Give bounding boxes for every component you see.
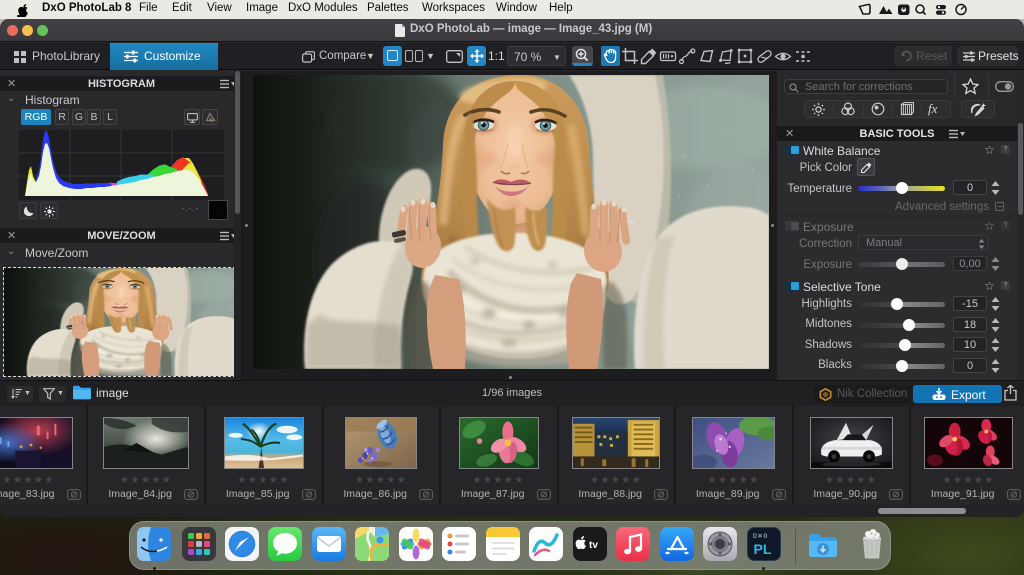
svg-text:tv: tv (589, 540, 598, 551)
svg-text:D✕O: D✕O (753, 533, 768, 540)
svg-text:PL: PL (753, 541, 771, 557)
